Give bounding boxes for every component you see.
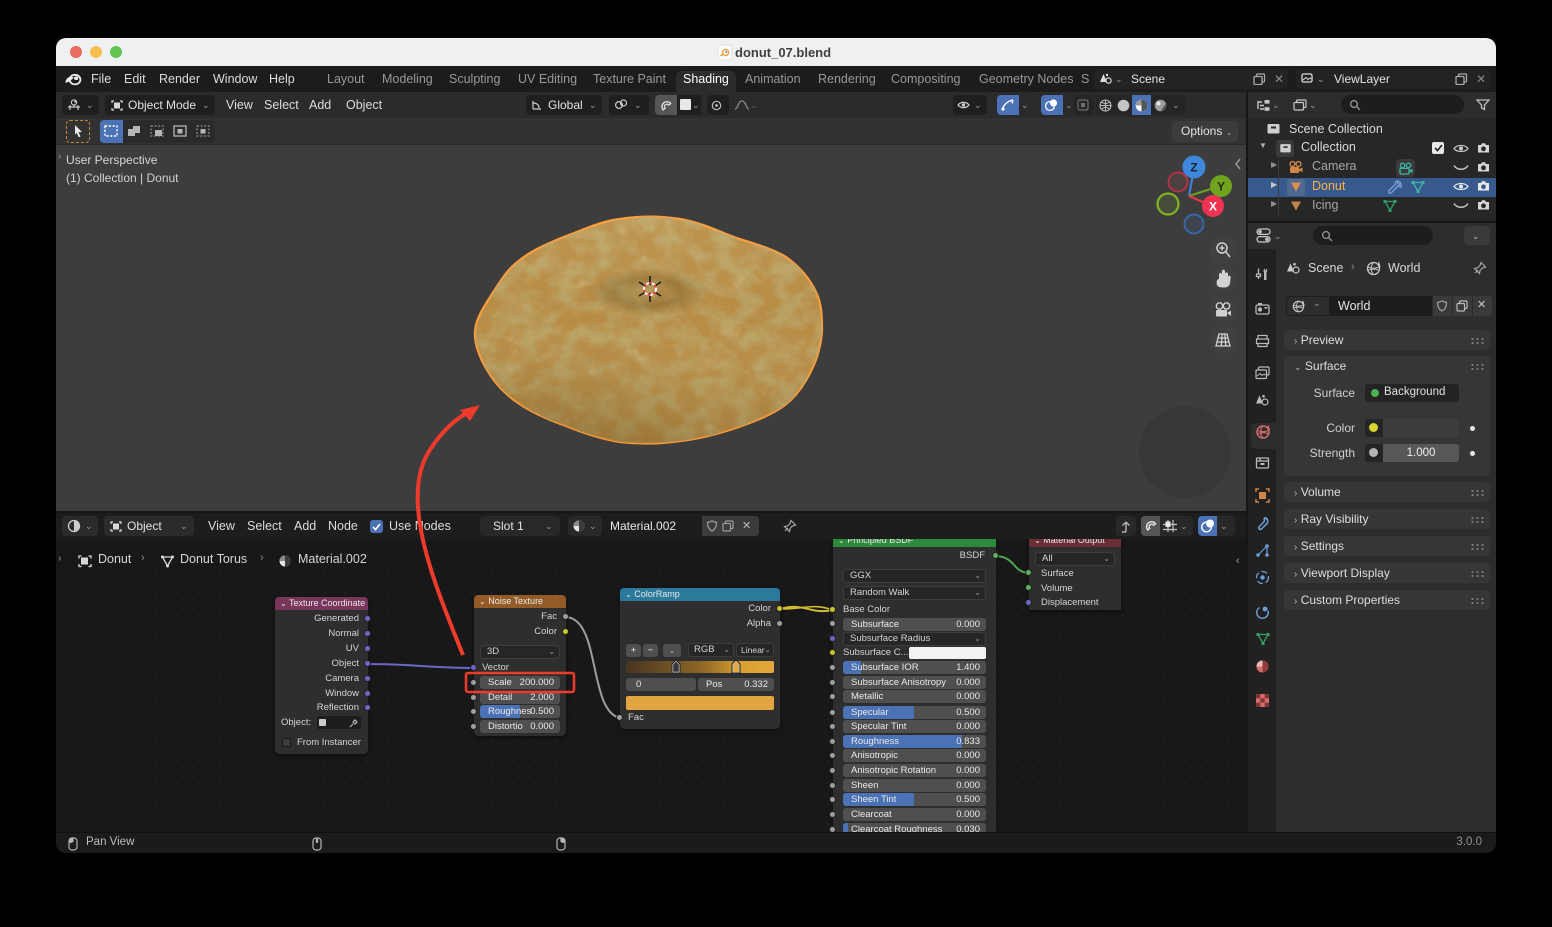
svg-text:Z: Z <box>1190 161 1197 175</box>
svg-text:Y: Y <box>1217 180 1225 194</box>
svg-text:X: X <box>1209 200 1217 214</box>
